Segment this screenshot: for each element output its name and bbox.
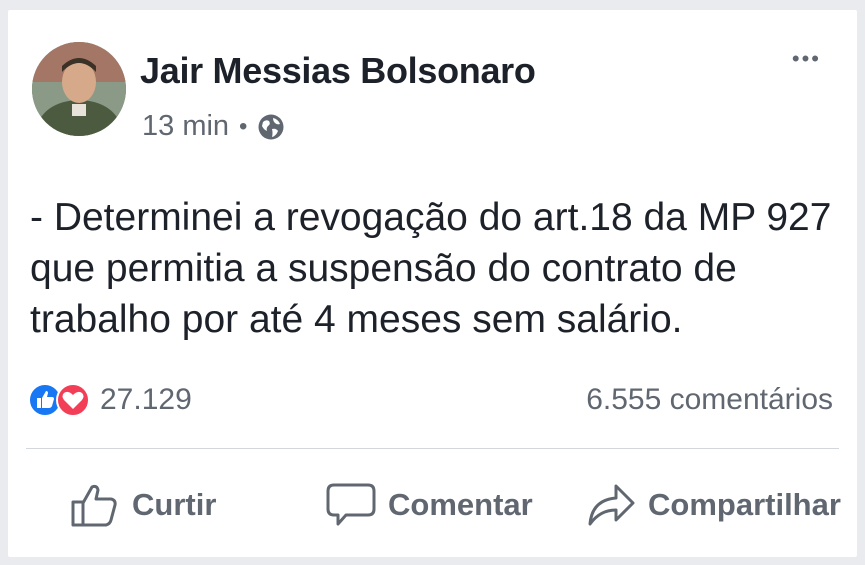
share-arrow-icon — [588, 484, 635, 526]
speech-bubble-icon — [326, 483, 376, 526]
globe-icon — [258, 114, 284, 139]
share-button[interactable]: Compartilhar — [586, 482, 841, 528]
post-meta: 13 min • — [142, 110, 285, 143]
comments-count[interactable]: 6.555 comentários — [586, 383, 833, 417]
like-button[interactable]: Curtir — [70, 482, 216, 528]
comment-label: Comentar — [388, 487, 533, 522]
more-options-button[interactable]: ••• — [792, 46, 821, 72]
reaction-count: 27.129 — [100, 383, 192, 416]
avatar[interactable] — [32, 42, 126, 136]
post-card: Jair Messias Bolsonaro 13 min • ••• - De… — [8, 10, 857, 557]
love-reaction-icon — [56, 383, 90, 417]
meta-separator: • — [239, 112, 248, 140]
post-text: - Determinei a revogação do art.18 da MP… — [30, 196, 832, 341]
divider — [26, 448, 839, 449]
reactions-summary[interactable]: 27.129 — [28, 383, 192, 417]
author-name[interactable]: Jair Messias Bolsonaro — [140, 50, 536, 92]
post-timestamp[interactable]: 13 min — [142, 110, 229, 143]
thumbs-up-icon — [71, 484, 117, 527]
like-label: Curtir — [132, 487, 217, 522]
comment-button[interactable]: Comentar — [326, 482, 533, 528]
share-label: Compartilhar — [648, 487, 841, 522]
